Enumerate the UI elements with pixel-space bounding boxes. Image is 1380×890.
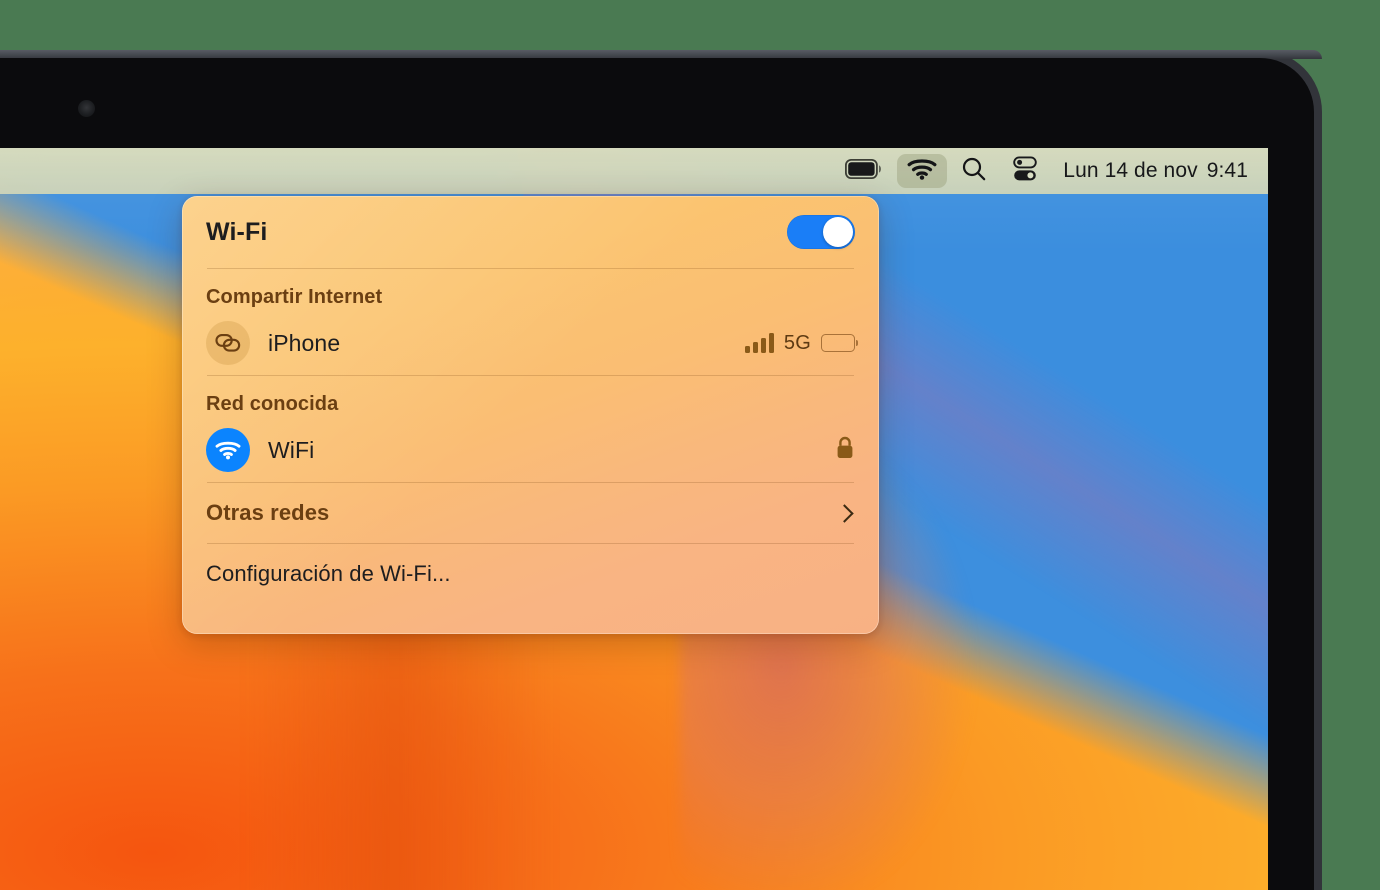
- menu-bar-date: Lun 14 de nov: [1063, 159, 1198, 182]
- menu-bar-battery[interactable]: [833, 148, 895, 194]
- link-icon: [206, 321, 250, 365]
- hotspot-row-iphone[interactable]: iPhone 5G: [206, 311, 859, 375]
- search-icon: [961, 156, 987, 187]
- hotspot-device-name: iPhone: [268, 329, 341, 356]
- battery-icon: [821, 334, 859, 352]
- battery-icon: [845, 158, 883, 184]
- control-center-icon: [1011, 155, 1039, 187]
- wifi-icon: [206, 428, 250, 472]
- section-header-internet-sharing: Compartir Internet: [206, 286, 383, 308]
- toggle-knob: [823, 217, 853, 247]
- network-name: WiFi: [268, 436, 315, 463]
- chevron-right-icon: [835, 503, 854, 523]
- screen: Lun 14 de nov 9:41 Wi-Fi Compartir Intern…: [0, 148, 1268, 890]
- other-networks-row[interactable]: Otras redes: [206, 483, 855, 543]
- menu-bar-spotlight[interactable]: [949, 148, 999, 194]
- section-header-known-network: Red conocida: [206, 393, 339, 415]
- signal-strength-icon: [744, 333, 774, 353]
- menu-bar-control-center[interactable]: [999, 148, 1051, 194]
- network-row-wifi[interactable]: WiFi: [206, 418, 855, 482]
- wifi-settings-row[interactable]: Configuración de Wi-Fi...: [206, 544, 855, 604]
- wifi-settings-label: Configuración de Wi-Fi...: [206, 561, 451, 586]
- panel-title: Wi-Fi: [206, 217, 268, 246]
- menu-bar-status-items: Lun 14 de nov 9:41: [833, 148, 1268, 194]
- screenshot-root: Lun 14 de nov 9:41 Wi-Fi Compartir Intern…: [0, 0, 1380, 890]
- menu-bar-clock[interactable]: Lun 14 de nov 9:41: [1051, 159, 1248, 183]
- other-networks-label: Otras redes: [206, 500, 330, 525]
- webcam-icon: [78, 100, 95, 117]
- wifi-icon: [907, 158, 937, 185]
- network-type-label: 5G: [783, 331, 811, 354]
- menu-bar: Lun 14 de nov 9:41: [0, 148, 1268, 194]
- lock-icon: [835, 436, 855, 465]
- wifi-toggle-row: Wi-Fi: [206, 196, 855, 268]
- menu-bar-time: 9:41: [1206, 159, 1248, 182]
- wifi-power-toggle[interactable]: [787, 215, 855, 249]
- wifi-menu-panel: Wi-Fi Compartir Internet iPhone 5G Red c…: [182, 196, 879, 634]
- menu-bar-wifi[interactable]: [895, 148, 949, 194]
